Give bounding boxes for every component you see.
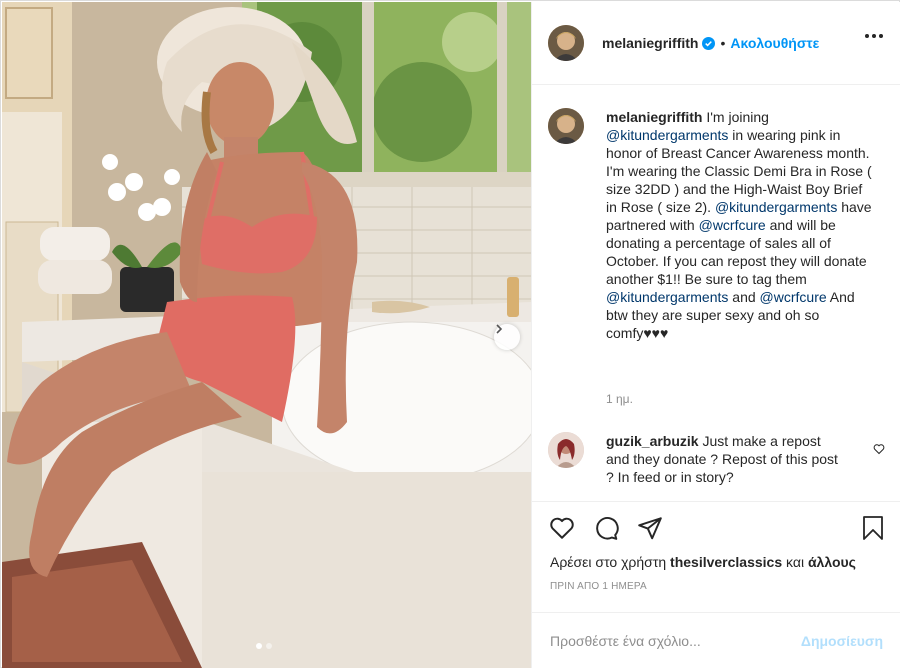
caption-segment: and (728, 289, 760, 305)
heart-icon[interactable] (548, 514, 576, 542)
post-header: melaniegriffith • Ακολουθήστε (532, 2, 900, 85)
carousel-dot (266, 643, 272, 649)
verified-badge-icon (702, 36, 716, 50)
comment-username[interactable]: guzik_arbuzik (606, 433, 699, 449)
caption-text: melaniegriffith I'm joining @kitundergar… (606, 108, 876, 342)
liked-user-link[interactable]: thesilverclassics (670, 554, 782, 570)
caption-body: I'm joining @kitundergarments in wearing… (606, 109, 872, 341)
post-photo[interactable] (2, 2, 531, 668)
liked-by-text: Αρέσει στο χρήστη thesilverclassics και … (550, 554, 856, 570)
post-comment-button[interactable]: Δημοσίευση (801, 633, 883, 649)
comments-list: melaniegriffith I'm joining @kitundergar… (532, 86, 900, 501)
more-options-icon[interactable] (865, 34, 883, 38)
carousel-indicator (256, 643, 272, 649)
profile-photo (548, 108, 584, 144)
mention-link[interactable]: @wcrfcure (760, 289, 827, 305)
comment-icon[interactable] (592, 514, 620, 542)
post-modal: melaniegriffith • Ακολουθήστε melaniegri… (0, 0, 900, 668)
avatar[interactable] (548, 108, 584, 144)
share-icon[interactable] (636, 514, 664, 542)
comment-text: guzik_arbuzik Just make a repost and the… (606, 432, 846, 486)
chevron-right-icon (496, 324, 503, 334)
comment-input[interactable] (550, 632, 801, 649)
post-side-panel: melaniegriffith • Ακολουθήστε melaniegri… (531, 2, 900, 668)
post-actions: Αρέσει στο χρήστη thesilverclassics και … (532, 501, 900, 621)
action-icons (548, 514, 664, 542)
follow-button[interactable]: Ακολουθήστε (730, 35, 819, 51)
comment-like-heart-icon[interactable] (873, 442, 885, 460)
mention-link[interactable]: @kitundergarments (606, 127, 728, 143)
post-date[interactable]: ΠΡΙΝ ΑΠΟ 1 ΗΜΕΡΑ (550, 581, 647, 592)
liked-prefix: Αρέσει στο χρήστη (550, 554, 671, 570)
mention-link[interactable]: @kitundergarments (606, 289, 728, 305)
avatar[interactable] (548, 432, 584, 468)
add-comment-bar: Δημοσίευση (532, 612, 900, 668)
caption-username[interactable]: melaniegriffith (606, 109, 702, 125)
post-caption: melaniegriffith I'm joining @kitundergar… (548, 108, 888, 342)
header-username[interactable]: melaniegriffith (602, 35, 698, 51)
commenter-photo (548, 432, 584, 468)
liked-others-link[interactable]: άλλους (808, 554, 856, 570)
bookmark-icon[interactable] (859, 514, 887, 542)
mention-link[interactable]: @wcrfcure (699, 217, 766, 233)
caption-segment: I'm joining (702, 109, 769, 125)
profile-photo (548, 25, 584, 61)
mention-link[interactable]: @kitundergarments (715, 199, 837, 215)
avatar[interactable] (548, 25, 584, 61)
photo-illustration (2, 2, 531, 668)
carousel-dot-active (256, 643, 262, 649)
liked-middle: και (782, 554, 808, 570)
caption-timestamp[interactable]: 1 ημ. (606, 392, 633, 406)
carousel-next-button[interactable] (494, 324, 520, 350)
separator-dot: • (720, 35, 726, 51)
comment-item: guzik_arbuzik Just make a repost and the… (548, 432, 888, 486)
